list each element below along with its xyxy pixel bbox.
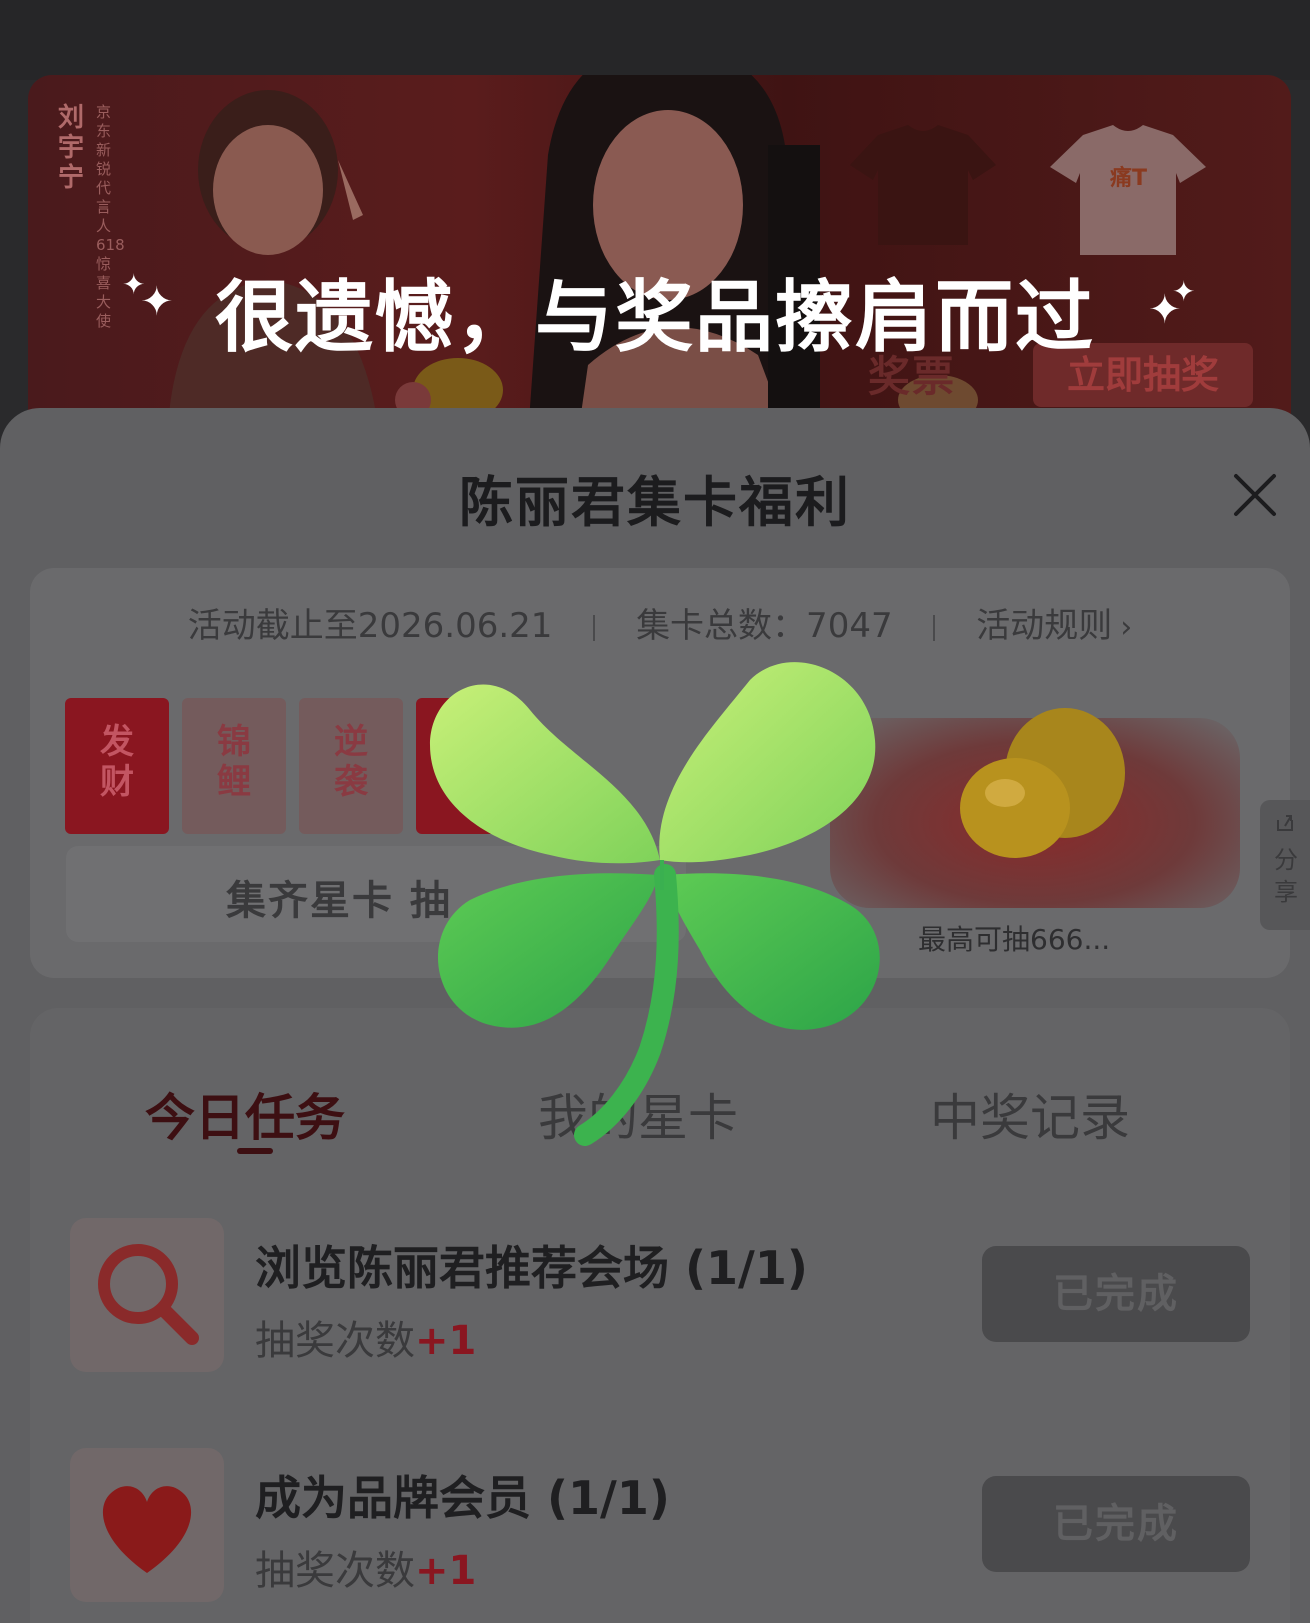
tshirt-white-image: 痛T	[1050, 125, 1206, 255]
task-completed-button[interactable]: 已完成	[982, 1246, 1250, 1342]
result-headline: 很遗憾，与奖品擦肩而过	[214, 273, 1095, 363]
task-completed-button[interactable]: 已完成	[982, 1476, 1250, 1572]
tab-prize-records[interactable]: 中奖记录	[930, 1078, 1130, 1150]
tee-label: 痛T	[1110, 165, 1147, 191]
divider	[933, 614, 936, 641]
tshirt-dark-image	[850, 125, 996, 245]
task-icon-box	[70, 1218, 224, 1372]
celebrity-photo	[528, 75, 820, 425]
prize-max-text: 最高可抽666...	[918, 923, 1111, 956]
star-card[interactable]: 锦鲤	[182, 698, 286, 834]
activity-rules-link[interactable]: 活动规则 ›	[976, 606, 1132, 646]
divider	[593, 614, 596, 641]
tab-today-tasks[interactable]: 今日任务	[145, 1078, 345, 1150]
promo-banner[interactable]: 刘宇宁 京东新锐代言人 618惊喜大使 痛T 奖票 立即抽奖	[28, 75, 1291, 425]
share-button[interactable]: 分享	[1260, 800, 1310, 930]
task-reward: 抽奖次数+1	[255, 1538, 476, 1596]
activity-deadline: 活动截止至2026.06.21	[187, 606, 553, 646]
activity-rules-label: 活动规则	[976, 606, 1113, 646]
magnifier-icon	[98, 1244, 199, 1345]
task-title: 成为品牌会员 (1/1)	[255, 1471, 670, 1525]
task-reward: 抽奖次数+1	[255, 1308, 476, 1366]
close-icon[interactable]	[1228, 468, 1282, 522]
spokesperson-photo	[168, 90, 378, 425]
star-card-label: 逆袭	[334, 722, 368, 802]
task-row: 浏览陈丽君推荐会场 (1/1) 抽奖次数+1 已完成	[70, 1218, 1270, 1378]
card-total: 集卡总数：7047	[636, 606, 893, 646]
star-card[interactable]: 逆袭	[299, 698, 403, 834]
task-title: 浏览陈丽君推荐会场 (1/1)	[255, 1241, 808, 1295]
chevron-right-icon: ›	[1120, 610, 1133, 645]
gold-bean-prize-icon[interactable]	[950, 688, 1150, 878]
task-row: 成为品牌会员 (1/1) 抽奖次数+1 已完成	[70, 1448, 1270, 1608]
star-card[interactable]: 发财	[65, 698, 169, 834]
share-label: 分享	[1274, 846, 1298, 906]
task-reward-value: +1	[415, 1318, 477, 1364]
star-card-label: 发财	[100, 722, 134, 802]
tab-active-indicator	[237, 1148, 273, 1154]
task-reward-value: +1	[415, 1548, 477, 1594]
collect-draw-label: 集齐星卡 抽	[226, 878, 452, 924]
share-icon	[1277, 815, 1293, 831]
task-reward-label: 抽奖次数	[255, 1318, 415, 1364]
sparkle-icon: ✦	[1172, 275, 1196, 308]
banner-star-name: 刘宇宁	[58, 103, 85, 193]
status-area	[0, 0, 1310, 80]
sheet-title: 陈丽君集卡福利	[459, 471, 851, 534]
star-card-label: 锦鲤	[217, 722, 251, 802]
activity-info-row: 活动截止至2026.06.21 集卡总数：7047 活动规则 ›	[30, 598, 1290, 647]
four-leaf-clover-icon	[430, 662, 880, 1146]
task-reward-label: 抽奖次数	[255, 1548, 415, 1594]
task-icon-box	[70, 1448, 224, 1602]
heart-icon	[102, 1486, 192, 1573]
